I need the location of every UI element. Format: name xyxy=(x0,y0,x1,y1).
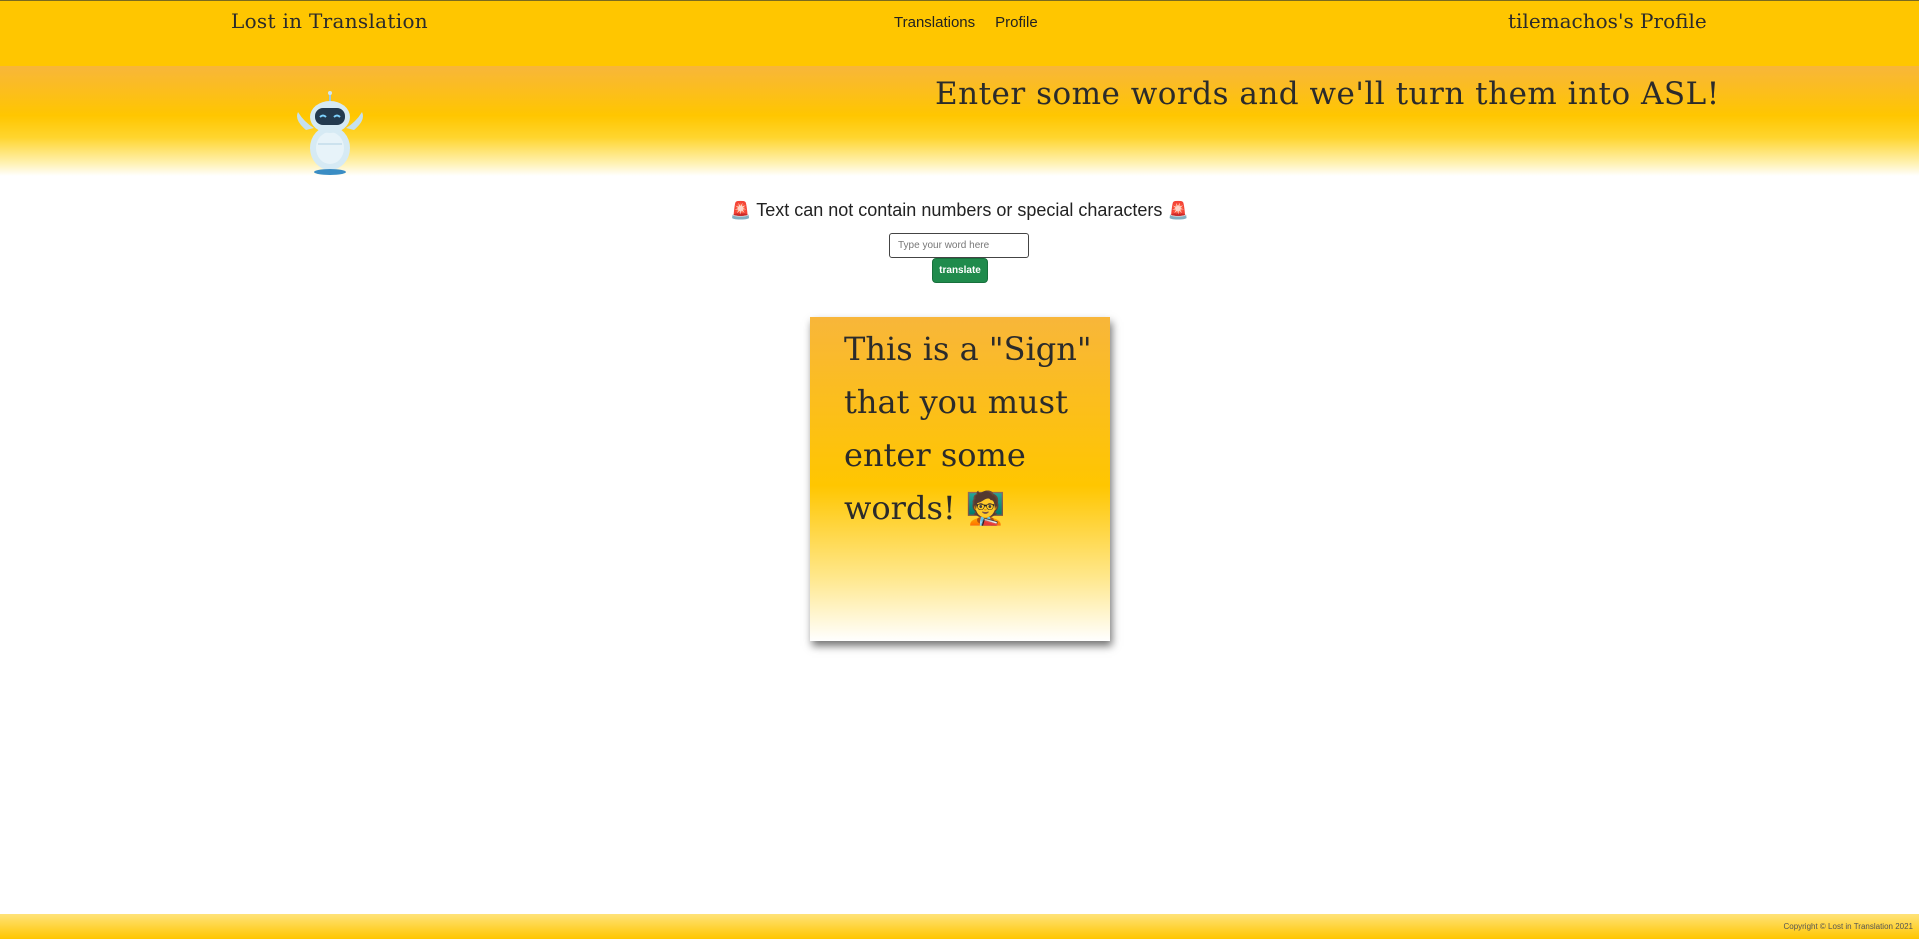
translate-button[interactable]: translate xyxy=(932,258,988,283)
police-light-icon: 🚨 xyxy=(1167,201,1189,220)
navbar: Lost in Translation Translations Profile… xyxy=(0,0,1919,66)
hero-banner: Enter some words and we'll turn them int… xyxy=(0,66,1919,176)
brand-title[interactable]: Lost in Translation xyxy=(231,9,428,33)
nav-link-translations[interactable]: Translations xyxy=(894,14,975,31)
teacher-icon: 🧑‍🏫 xyxy=(965,489,1006,527)
nav-links: Translations Profile xyxy=(894,14,1038,31)
hero-title: Enter some words and we'll turn them int… xyxy=(935,76,1720,112)
sign-message: This is a "Sign" that you must enter som… xyxy=(844,323,1099,535)
robot-mascot-icon xyxy=(297,91,363,175)
copyright-text: Copyright © Lost in Translation 2021 xyxy=(1783,922,1913,931)
police-light-icon: 🚨 xyxy=(730,201,752,220)
footer: Copyright © Lost in Translation 2021 xyxy=(0,914,1919,939)
warning-text: Text can not contain numbers or special … xyxy=(756,200,1163,220)
nav-link-profile[interactable]: Profile xyxy=(995,14,1038,31)
word-input-wrapper xyxy=(889,233,1029,258)
user-profile-link[interactable]: tilemachos's Profile xyxy=(1508,9,1707,33)
input-warning: 🚨 Text can not contain numbers or specia… xyxy=(0,200,1919,221)
sign-card: This is a "Sign" that you must enter som… xyxy=(810,317,1110,641)
word-input[interactable] xyxy=(889,233,1029,258)
